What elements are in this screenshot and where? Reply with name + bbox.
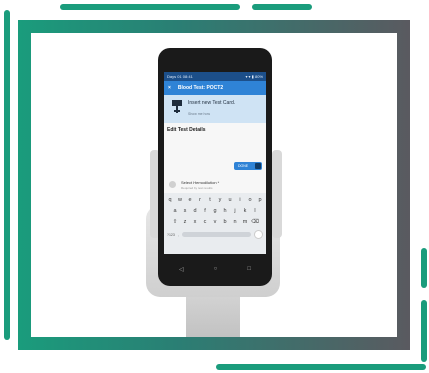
spacebar[interactable] [181, 232, 251, 237]
key[interactable]: y [216, 196, 224, 204]
key[interactable]: b [221, 218, 229, 226]
key[interactable]: i [236, 196, 244, 204]
done-toggle[interactable]: DONE [234, 162, 262, 170]
frame-bar-right-lower [421, 300, 427, 362]
symbols-key[interactable]: ?123 [167, 233, 175, 237]
on-screen-keyboard: q w e r t y u i o p a s d f g h j k l ⇧ … [164, 193, 266, 254]
shift-key[interactable]: ⇧ [171, 218, 179, 226]
key[interactable]: k [241, 207, 249, 215]
select-hint: Required by test results [181, 186, 213, 190]
key[interactable]: g [211, 207, 219, 215]
key[interactable]: z [181, 218, 189, 226]
hemodilution-select[interactable]: Select Hemodilution * Required by test r… [169, 179, 261, 191]
test-card-banner[interactable]: Insert new Test Card. Show me how [164, 95, 266, 123]
nav-home-icon[interactable]: ○ [214, 266, 218, 272]
key[interactable]: a [171, 207, 179, 215]
key[interactable]: m [241, 218, 249, 226]
test-card-icon [172, 100, 182, 113]
key[interactable]: v [211, 218, 219, 226]
key[interactable]: o [246, 196, 254, 204]
keyboard-row-4: ?123 , [164, 230, 266, 239]
key[interactable]: d [191, 207, 199, 215]
frame-bar-bottom [216, 364, 426, 370]
key[interactable]: j [231, 207, 239, 215]
cradle-arm-right [272, 150, 282, 238]
key[interactable]: x [191, 218, 199, 226]
close-icon[interactable]: × [168, 81, 171, 95]
status-signal-icons: ▾ ▾ ▮ 80% [245, 74, 263, 79]
frame-bar-left [4, 10, 10, 340]
key[interactable]: s [181, 207, 189, 215]
keyboard-row-1: q w e r t y u i o p [164, 196, 266, 204]
status-time: Days 01 08:41 [167, 74, 193, 79]
page-title: Blood Test: POCT2 [177, 85, 224, 91]
select-label: Select Hemodilution * [181, 180, 220, 185]
frame-bar-top-left [60, 4, 240, 10]
backspace-key[interactable]: ⌫ [251, 218, 259, 226]
key[interactable]: h [221, 207, 229, 215]
show-me-how-link[interactable]: Show me how [188, 112, 210, 116]
key[interactable]: e [186, 196, 194, 204]
radio-icon[interactable] [169, 181, 176, 188]
phone-screen: Days 01 08:41 ▾ ▾ ▮ 80% × Blood Test: PO… [164, 72, 266, 254]
key[interactable]: q [166, 196, 174, 204]
app-bar: × Blood Test: POCT2 [164, 81, 266, 95]
nav-recents-icon[interactable]: □ [247, 266, 251, 272]
keyboard-row-2: a s d f g h j k l [164, 207, 266, 215]
frame-bar-right [421, 248, 427, 288]
key[interactable]: p [256, 196, 264, 204]
key[interactable]: f [201, 207, 209, 215]
keyboard-row-3: ⇧ z x c v b n m ⌫ [164, 218, 266, 226]
android-nav-bar: ◁ ○ □ [164, 262, 266, 276]
key[interactable]: r [196, 196, 204, 204]
comma-key[interactable]: , [178, 233, 179, 237]
key[interactable]: l [251, 207, 259, 215]
key[interactable]: n [231, 218, 239, 226]
toggle-label: DONE [238, 164, 249, 168]
status-bar: Days 01 08:41 ▾ ▾ ▮ 80% [164, 72, 266, 81]
banner-title: Insert new Test Card. [188, 100, 236, 106]
key[interactable]: c [201, 218, 209, 226]
key[interactable]: u [226, 196, 234, 204]
key[interactable]: t [206, 196, 214, 204]
frame-bar-top-right [252, 4, 312, 10]
section-title: Edit Test Details [167, 127, 206, 133]
toggle-knob [255, 163, 261, 169]
key[interactable]: w [176, 196, 184, 204]
enter-key[interactable] [254, 230, 263, 239]
nav-back-icon[interactable]: ◁ [179, 266, 184, 273]
